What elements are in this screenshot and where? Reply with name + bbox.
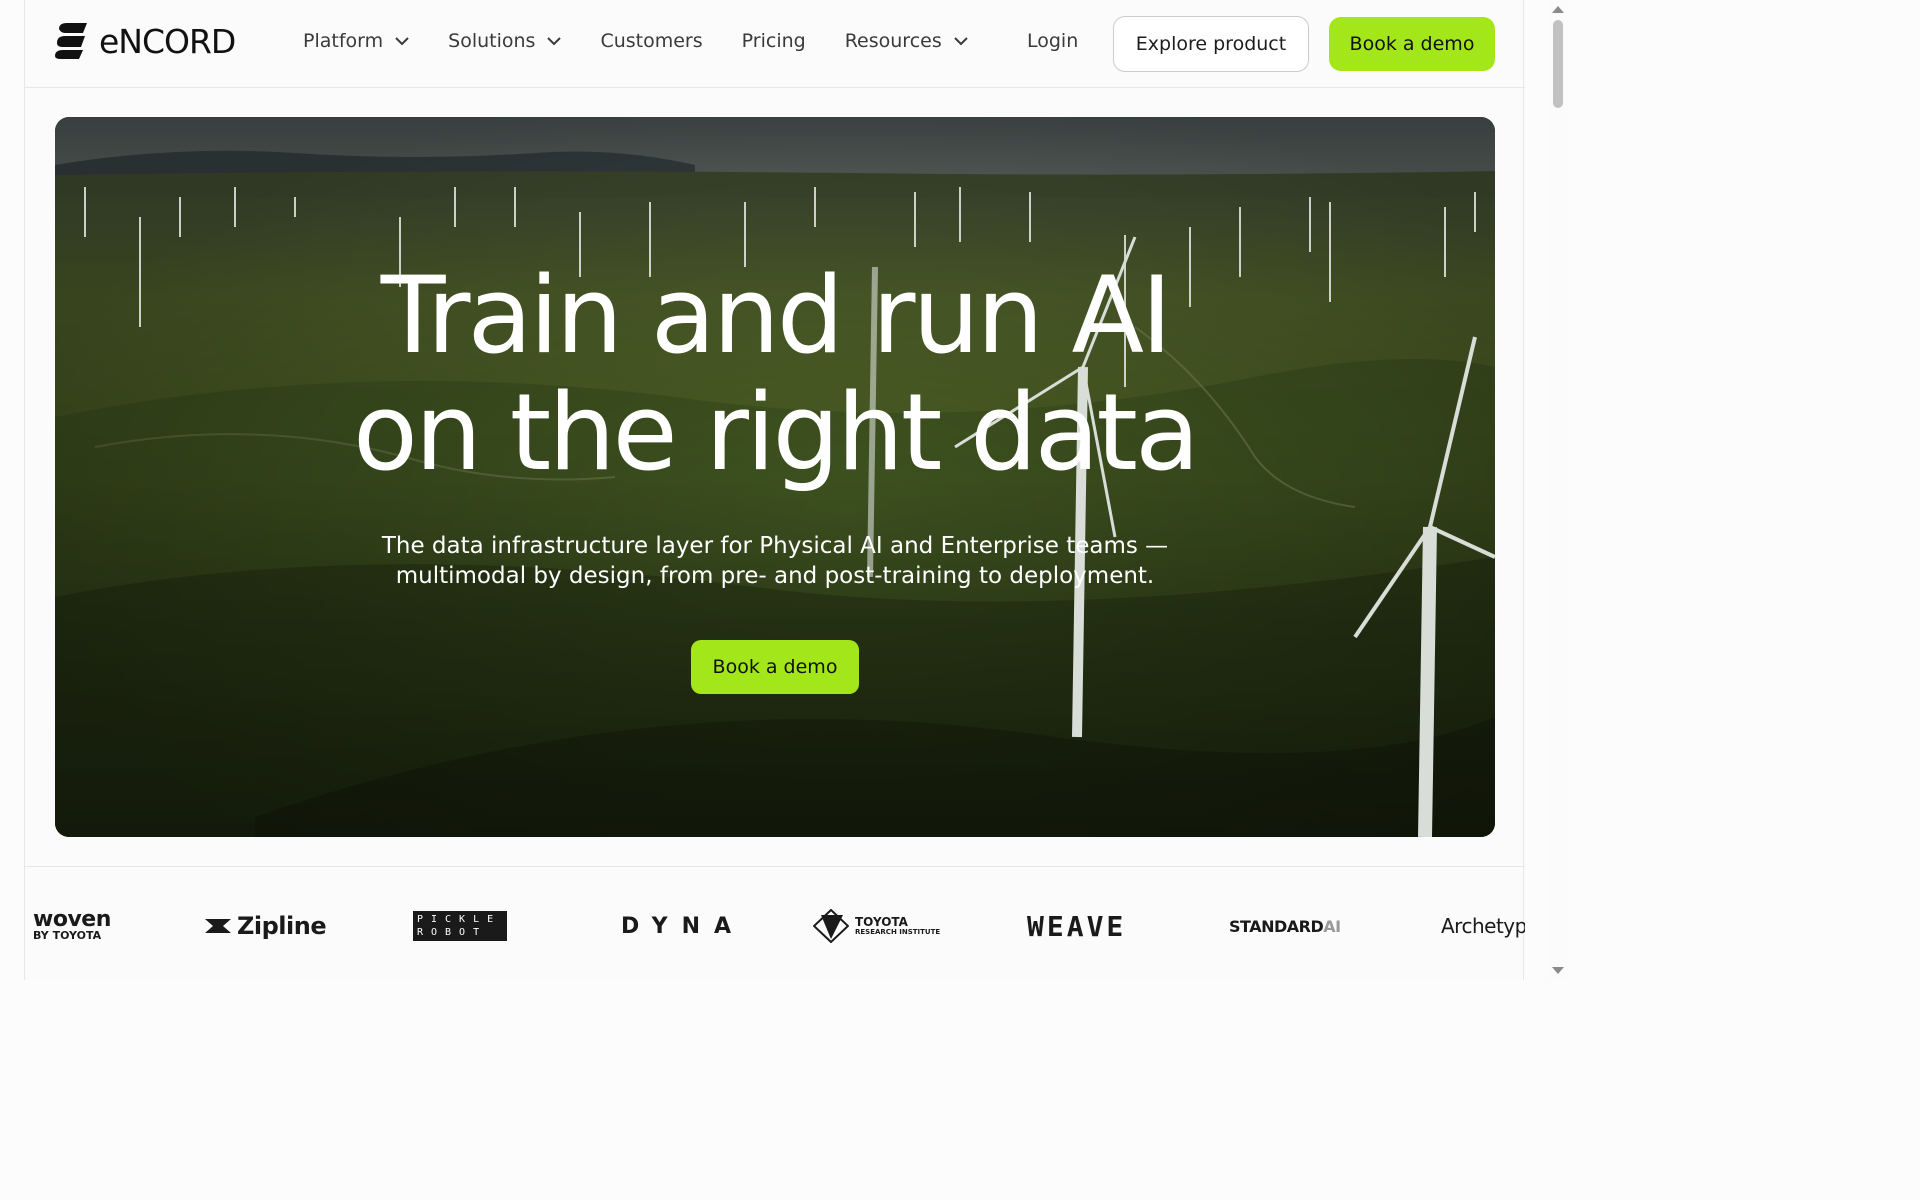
book-demo-button[interactable]: Book a demo [1329, 17, 1495, 71]
scroll-up-arrow-icon[interactable] [1552, 6, 1564, 13]
dyna-logo: DYNA [621, 913, 746, 939]
hero-title: Train and run AI on the right data [55, 257, 1495, 491]
toyota-text: TOYOTA [855, 915, 908, 929]
login-link[interactable]: Login [1027, 30, 1078, 52]
pickle-text: PICKLE [417, 914, 502, 925]
woven-logo-text: woven [33, 907, 111, 932]
zipline-logo-text: Zipline [237, 912, 327, 940]
pickle-robot-mark: PICKLE ROBOT [413, 911, 507, 941]
nav-pricing[interactable]: Pricing [742, 30, 806, 52]
toyota-research-logo: TOYOTA RESEARCH INSTITUTE [813, 896, 940, 956]
nav-platform-label: Platform [303, 30, 384, 52]
scrollbar[interactable] [1548, 0, 1568, 980]
nav-customers[interactable]: Customers [600, 30, 702, 52]
scrollbar-thumb[interactable] [1553, 20, 1563, 108]
hero-section: Train and run AI on the right data The d… [55, 117, 1495, 837]
robot-text: ROBOT [417, 927, 488, 938]
pickle-robot-logo: PICKLE ROBOT [413, 896, 507, 956]
hero-subtitle: The data infrastructure layer for Physic… [375, 531, 1175, 591]
nav-customers-label: Customers [600, 30, 703, 52]
encord-logo[interactable]: eNCORD [55, 20, 236, 62]
chevron-down-icon [547, 37, 562, 46]
hero-book-demo-button[interactable]: Book a demo [691, 640, 859, 694]
research-institute-text: RESEARCH INSTITUTE [855, 928, 941, 936]
page: eNCORD Platform Solutions Customers Pric… [24, 0, 1525, 980]
main-nav: Platform Solutions Customers Pricing Res… [303, 30, 1007, 52]
hero-subtitle-line2: multimodal by design, from pre- and post… [395, 563, 1155, 589]
brand-name: eNCORD [99, 21, 236, 61]
nav-pricing-label: Pricing [741, 30, 806, 52]
toyota-research-icon [813, 909, 849, 943]
divider [25, 866, 1525, 867]
weave-logo: WEAVE [1027, 909, 1127, 943]
zipline-logo: Zipline [203, 896, 327, 956]
hero-subtitle-line1: The data infrastructure layer for Physic… [381, 533, 1169, 559]
woven-logo: woven BY TOYOTA [33, 896, 111, 956]
nav-solutions[interactable]: Solutions [448, 30, 562, 52]
standard-ai-logo: STANDARD AI [1229, 896, 1341, 956]
site-header: eNCORD Platform Solutions Customers Pric… [25, 0, 1525, 88]
standard-text: STANDARD [1229, 916, 1324, 936]
nav-solutions-label: Solutions [448, 30, 536, 52]
ai-text: AI [1323, 916, 1341, 936]
toyota-research-text: TOYOTA RESEARCH INSTITUTE [855, 916, 940, 936]
nav-resources-label: Resources [844, 30, 942, 52]
archetype-logo: Archetype [1441, 914, 1525, 938]
zipline-icon [205, 919, 231, 933]
chevron-down-icon [395, 37, 409, 46]
nav-platform[interactable]: Platform [303, 30, 409, 52]
nav-resources[interactable]: Resources [845, 30, 968, 52]
explore-product-button[interactable]: Explore product [1113, 16, 1309, 72]
encord-logo-icon [55, 23, 87, 59]
chevron-down-icon [954, 37, 968, 46]
scroll-down-arrow-icon[interactable] [1552, 967, 1564, 974]
customer-logos-strip: woven BY TOYOTA Zipline PICKLE ROBOT DYN… [25, 896, 1525, 956]
hero-title-line1: Train and run AI [380, 254, 1173, 377]
woven-logo-subtext: BY TOYOTA [33, 929, 102, 942]
hero-title-line2: on the right data [353, 371, 1200, 494]
